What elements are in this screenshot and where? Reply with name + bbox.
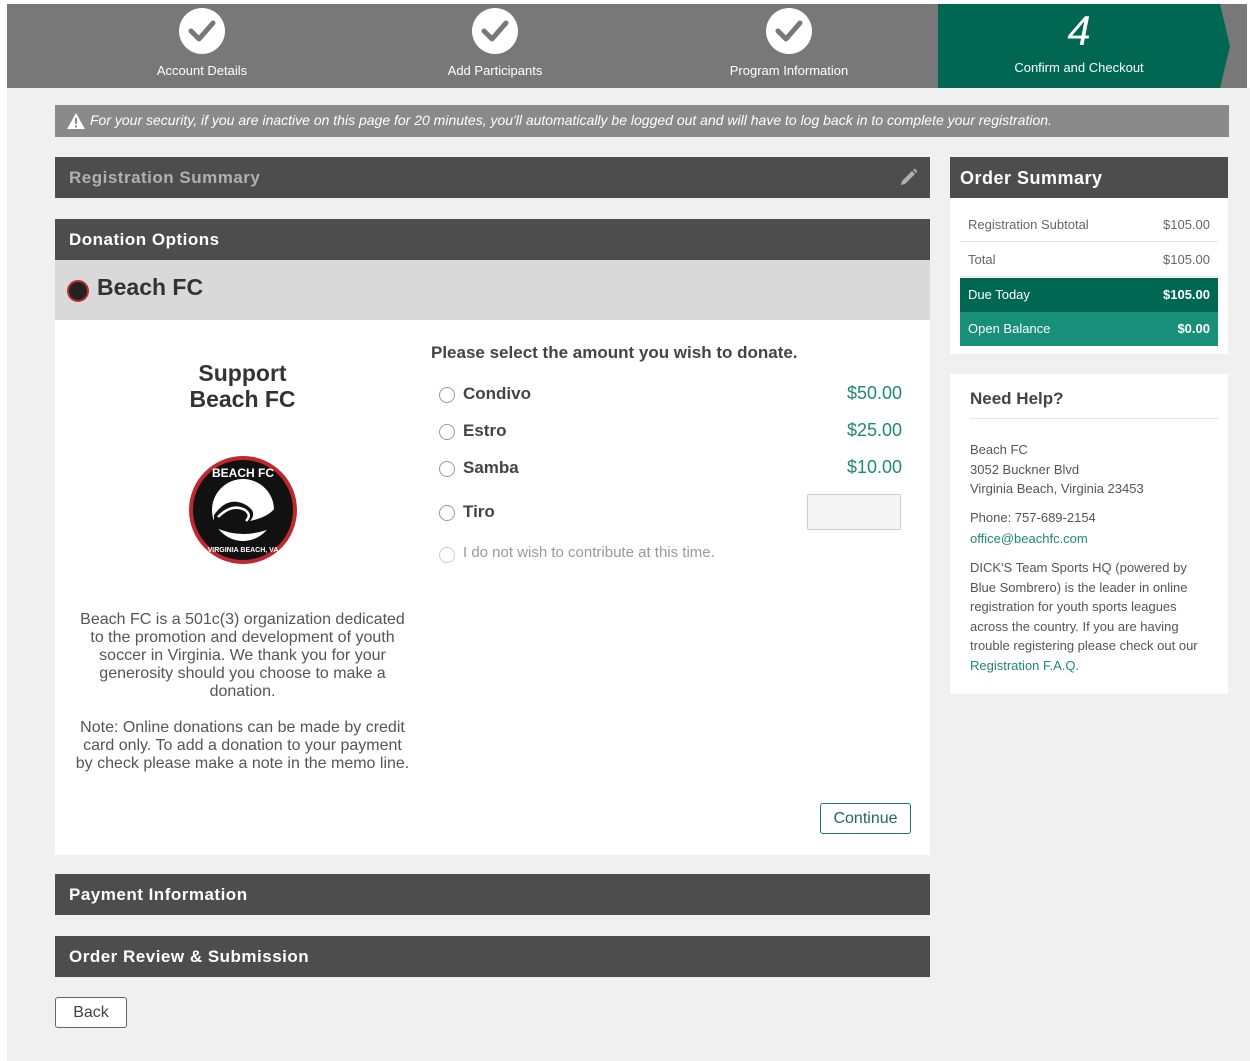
checkmark-icon [766, 8, 812, 54]
summary-value: $105.00 [1163, 252, 1210, 267]
order-review-header[interactable]: Order Review & Submission [55, 936, 930, 977]
step-label: Confirm and Checkout [1014, 60, 1144, 75]
support-line-2: Beach FC [189, 386, 296, 412]
beach-fc-logo: BEACH FC EST. 1989 VIRGINIA BEACH, VA [189, 456, 297, 564]
help-contact: Beach FC 3052 Buckner Blvd Virginia Beac… [970, 440, 1210, 499]
step-account-details[interactable]: Account Details [54, 4, 350, 88]
security-notice-text: For your security, if you are inactive o… [90, 112, 1052, 128]
custom-amount-input[interactable] [807, 494, 901, 530]
donation-panel: Support Beach FC BEACH FC EST. 1989 VIRG… [55, 320, 930, 855]
donation-note: Note: Online donations can be made by cr… [75, 719, 410, 772]
donation-options-header: Donation Options [55, 219, 930, 260]
warning-icon [67, 113, 85, 129]
continue-button[interactable]: Continue [820, 803, 911, 834]
org-logo-icon [67, 280, 89, 302]
step-label: Account Details [156, 63, 248, 78]
donation-prompt: Please select the amount you wish to don… [431, 343, 798, 362]
radio-button[interactable] [439, 461, 455, 477]
pencil-edit-icon[interactable] [899, 167, 919, 187]
radio-button[interactable] [439, 505, 455, 521]
step-confirm-and-checkout: 4 Confirm and Checkout [938, 4, 1220, 88]
help-org: Beach FC [970, 442, 1028, 457]
step-number: 4 [1067, 7, 1091, 54]
order-review-title: Order Review & Submission [69, 947, 310, 966]
order-summary-header: Order Summary [950, 157, 1228, 198]
help-blurb: DICK'S Team Sports HQ (powered by Blue S… [970, 558, 1210, 675]
summary-label: Registration Subtotal [968, 217, 1089, 232]
step-arrow [1220, 4, 1230, 88]
help-address-2: Virginia Beach, Virginia 23453 [970, 481, 1144, 496]
summary-label: Open Balance [968, 321, 1051, 336]
divider [970, 418, 1218, 419]
summary-row-due-today: Due Today $105.00 [960, 278, 1218, 312]
summary-row-subtotal: Registration Subtotal $105.00 [960, 208, 1218, 242]
org-header: Beach FC [55, 260, 930, 320]
help-panel: Need Help? Beach FC 3052 Buckner Blvd Vi… [950, 374, 1228, 694]
org-name: Beach FC [97, 274, 204, 300]
help-title: Need Help? [970, 389, 1064, 408]
summary-label: Total [968, 252, 996, 267]
option-label: I do not wish to contribute at this time… [463, 544, 715, 561]
option-amount: $50.00 [846, 383, 902, 403]
radio-button[interactable] [439, 547, 455, 563]
donation-description: Beach FC is a 501c(3) organization dedic… [80, 611, 405, 700]
option-amount: $10.00 [846, 457, 902, 477]
step-label: Add Participants [447, 63, 543, 78]
step-add-participants[interactable]: Add Participants [347, 4, 643, 88]
checkout-progress-bar: Account Details Add Participants Program… [7, 4, 1247, 88]
faq-link[interactable]: Registration F.A.Q. [970, 658, 1079, 673]
option-label: Tiro [463, 502, 495, 521]
security-notice: For your security, if you are inactive o… [55, 105, 1229, 137]
support-heading: Support Beach FC [55, 360, 430, 412]
option-amount: $25.00 [846, 420, 902, 440]
summary-value: $105.00 [1163, 287, 1210, 302]
order-summary-title: Order Summary [960, 168, 1103, 188]
help-blurb-text: DICK'S Team Sports HQ (powered by Blue S… [970, 560, 1198, 653]
summary-value: $105.00 [1163, 217, 1210, 232]
summary-row-open-balance: Open Balance $0.00 [960, 312, 1218, 346]
help-email-wrap: office@beachfc.com [970, 529, 1210, 549]
option-label: Condivo [463, 384, 531, 403]
summary-value: $0.00 [1177, 321, 1210, 336]
radio-button[interactable] [439, 424, 455, 440]
order-summary-panel: Registration Subtotal $105.00 Total $105… [950, 198, 1228, 354]
summary-row-total: Total $105.00 [960, 243, 1218, 277]
checkmark-icon [472, 8, 518, 54]
logo-text-est: EST. 1989 [234, 482, 253, 487]
help-phone: Phone: 757-689-2154 [970, 510, 1096, 525]
summary-label: Due Today [968, 287, 1030, 302]
back-button[interactable]: Back [55, 997, 127, 1028]
help-address-1: 3052 Buckner Blvd [970, 461, 1080, 477]
step-label: Program Information [729, 63, 849, 78]
checkmark-icon [179, 8, 225, 54]
step-program-information[interactable]: Program Information [641, 4, 937, 88]
radio-button[interactable] [439, 387, 455, 403]
option-label: Estro [463, 421, 507, 440]
registration-summary-title: Registration Summary [69, 168, 261, 187]
registration-summary-header[interactable]: Registration Summary [55, 157, 930, 198]
donation-options-title: Donation Options [69, 230, 220, 249]
support-line-1: Support [198, 360, 287, 386]
option-label: Samba [463, 458, 519, 477]
logo-text-top: BEACH FC [212, 466, 274, 480]
logo-text-bottom: VIRGINIA BEACH, VA [208, 547, 279, 554]
payment-information-title: Payment Information [69, 885, 248, 904]
help-email-link[interactable]: office@beachfc.com [970, 531, 1088, 546]
payment-information-header[interactable]: Payment Information [55, 874, 930, 915]
